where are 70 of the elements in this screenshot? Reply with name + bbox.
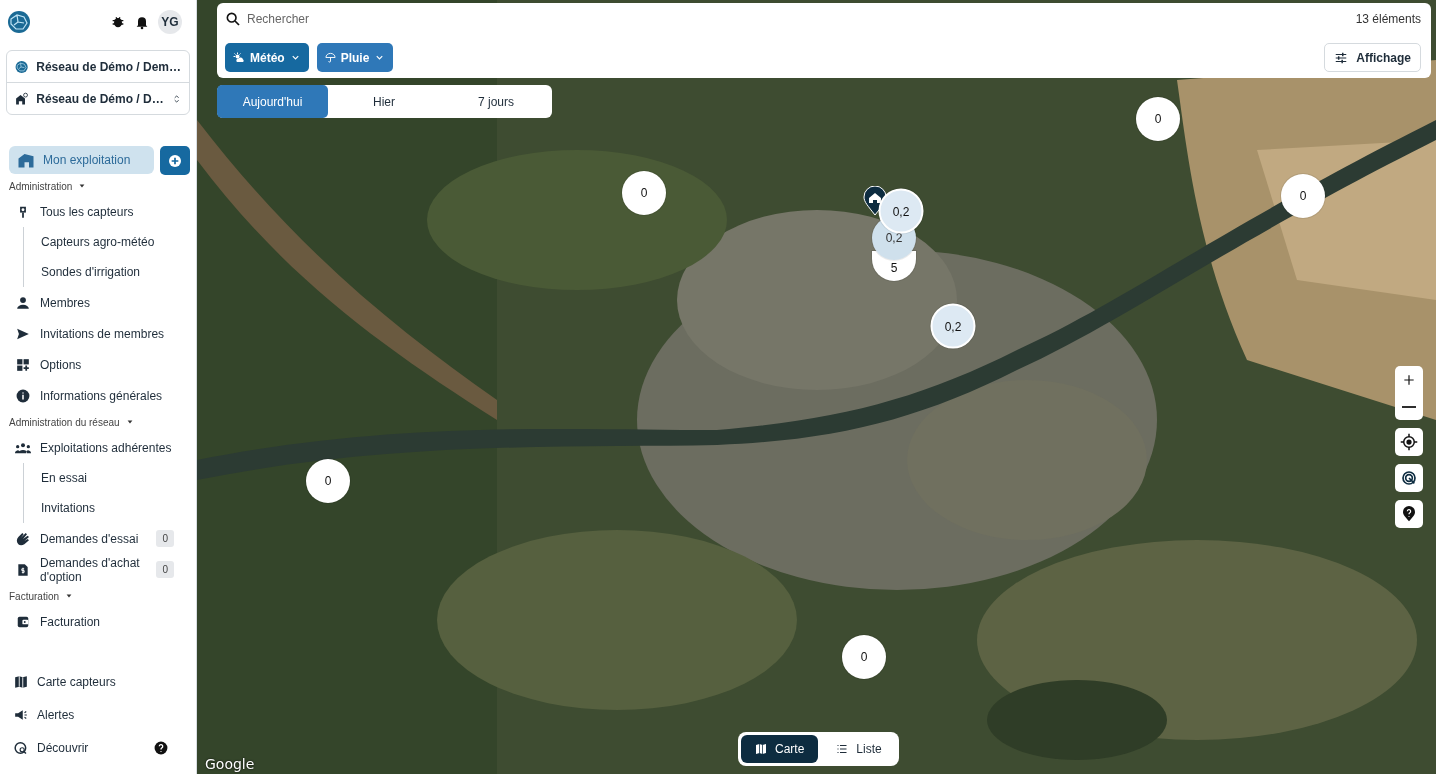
waving-hand-icon [15, 530, 31, 547]
nav-item[interactable]: Invitations de membres [40, 326, 174, 341]
list-icon [836, 743, 849, 755]
nav-subitem[interactable]: En essai [41, 471, 88, 485]
nav-item[interactable]: Alertes [37, 707, 168, 722]
grid-plus-icon [16, 357, 30, 372]
home-icon [17, 151, 35, 169]
sliders-icon [1334, 50, 1349, 65]
map-logo: Google [205, 756, 255, 772]
megaphone-icon [14, 707, 28, 722]
section-heading[interactable]: Facturation [9, 590, 60, 602]
dollar-document-icon [16, 562, 30, 577]
map-icon [755, 743, 767, 755]
user-avatar[interactable]: YG [158, 10, 182, 34]
plus-icon [1402, 372, 1416, 387]
layers-button[interactable] [1395, 464, 1423, 492]
nav-item[interactable]: Informations générales [40, 388, 174, 403]
nav-item[interactable]: Tous les capteurs [40, 204, 174, 219]
view-toggle[interactable]: Carte [741, 735, 819, 763]
nav-subitem[interactable]: Sondes d'irrigation [41, 265, 141, 279]
bug-icon [110, 14, 126, 30]
globe-logo [7, 10, 31, 34]
nav-item[interactable]: Découvrir [37, 740, 145, 755]
caret-icon [65, 592, 74, 600]
send-icon [16, 326, 30, 341]
period-tab[interactable]: Hier [328, 85, 440, 118]
nav-item[interactable]: Demandes d'essai [40, 531, 148, 546]
info-icon [16, 388, 30, 403]
view-toggle[interactable]: Liste [822, 735, 896, 763]
bell-icon [134, 14, 150, 30]
search-globe-icon [14, 740, 28, 755]
add-button[interactable] [160, 146, 190, 175]
nav-item[interactable]: Carte capteurs [37, 674, 168, 689]
help-icon[interactable] [154, 740, 168, 755]
umbrella-icon [324, 52, 336, 63]
help-button[interactable] [1395, 500, 1423, 528]
selector-label[interactable]: Réseau de Démo / Dem… [36, 59, 181, 74]
nav-item[interactable]: Membres [40, 295, 174, 310]
filter-dropdown[interactable]: Météo [225, 43, 309, 72]
nav-item[interactable]: Options [40, 357, 174, 372]
section-heading[interactable]: Administration du réseau [9, 416, 120, 428]
caret-icon [125, 418, 134, 426]
nav-item[interactable]: Exploitations adhérentes [40, 440, 174, 455]
search-icon [225, 11, 241, 27]
sun-cloud-icon [233, 51, 245, 64]
nav-item[interactable]: Facturation [40, 614, 174, 629]
count-badge: 0 [156, 561, 174, 578]
crosshair-icon [1400, 433, 1418, 451]
nav-subitem[interactable]: Capteurs agro-météo [41, 235, 155, 249]
wallet-icon [16, 614, 30, 629]
nav-item[interactable]: Mon exploitation [9, 146, 154, 174]
filter-dropdown[interactable]: Pluie [316, 43, 394, 72]
spiral-icon [1401, 470, 1417, 486]
caret-icon [78, 182, 87, 190]
map-icon [14, 674, 28, 689]
selector-label[interactable]: Réseau de Démo / D… [36, 91, 164, 106]
period-tab[interactable]: Aujourd'hui [217, 85, 328, 118]
minus-icon [1402, 405, 1416, 408]
plus-circle-icon [167, 152, 183, 169]
section-heading[interactable]: Administration [9, 180, 73, 192]
help-pin-icon [1401, 506, 1417, 522]
display-button[interactable]: Affichage [1324, 43, 1421, 72]
search-field[interactable]: Rechercher [245, 11, 1350, 27]
person-icon [16, 295, 30, 310]
count-badge: 0 [156, 530, 174, 547]
nav-subitem[interactable]: Invitations [41, 501, 96, 515]
locate-button[interactable] [1395, 428, 1423, 456]
period-tab[interactable]: 7 jours [440, 85, 552, 118]
nav-item[interactable]: Demandes d'achat d'option [40, 555, 148, 584]
item-count: 13 éléments [1355, 12, 1421, 26]
